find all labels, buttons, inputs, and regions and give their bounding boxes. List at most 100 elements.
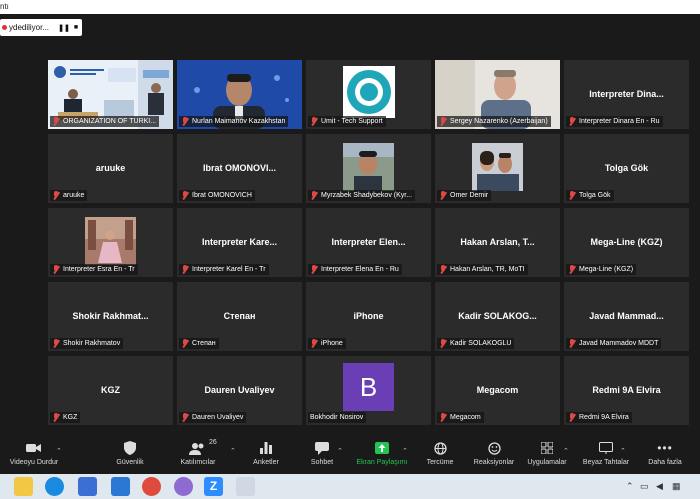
participant-tile[interactable]: aruuke aruuke — [48, 134, 173, 203]
muted-mic-icon — [181, 413, 189, 422]
muted-mic-icon — [568, 339, 576, 348]
participant-tile[interactable]: Степан Степан — [177, 282, 302, 351]
chat-options-caret-icon[interactable]: ⌃ — [337, 447, 343, 455]
participant-tile[interactable]: Interpreter Kare... Interpreter Karel En… — [177, 208, 302, 277]
video-button[interactable]: Videoyu Durdur — [4, 437, 64, 473]
muted-mic-icon — [439, 413, 447, 422]
recording-dot-icon — [2, 25, 7, 30]
translate-button[interactable]: Tercüme — [418, 437, 462, 473]
participant-tile[interactable]: Megacom Megacom — [435, 356, 560, 425]
participant-name: Shokir Rakhmatov — [63, 340, 121, 347]
participant-tile[interactable]: ORGANIZATION OF TURKI... — [48, 60, 173, 129]
participant-name-label: KGZ — [50, 412, 81, 423]
muted-mic-icon — [568, 117, 576, 126]
participant-tile[interactable]: B Bokhodir Nosirov — [306, 356, 431, 425]
firefox-icon[interactable] — [174, 477, 193, 496]
participant-name-label: Tolga Gök — [566, 190, 614, 201]
participants-options-caret-icon[interactable]: ⌃ — [230, 447, 236, 455]
participant-name-label: Bokhodir Nosirov — [308, 412, 367, 423]
participant-tile[interactable]: Javad Mammad... Javad Mammadov MDDT — [564, 282, 689, 351]
muted-mic-icon — [568, 265, 576, 274]
apps-button[interactable]: Uygulamalar — [522, 437, 572, 473]
smiley-icon — [487, 437, 501, 459]
muted-mic-icon — [439, 191, 447, 200]
participant-name-label: iPhone — [308, 338, 346, 349]
polls-button[interactable]: Anketler — [244, 437, 288, 473]
participant-tile[interactable]: Umit - Tech Support — [306, 60, 431, 129]
participant-tile[interactable]: KGZ KGZ — [48, 356, 173, 425]
participant-name: Myrzabek Shadybekov (Kyr... — [321, 192, 413, 199]
share-screen-button[interactable]: Ekran Paylaşımı — [352, 437, 412, 473]
participant-center-name: Interpreter Dina... — [589, 88, 664, 99]
participants-button[interactable]: 26 Katılımcılar — [176, 437, 220, 473]
whiteboard-icon — [599, 437, 613, 459]
participant-tile[interactable]: Kadir SOLAKOG... Kadir SOLAKOGLU — [435, 282, 560, 351]
participant-tile[interactable]: Hakan Arslan, T... Hakan Arslan, TR, MoT… — [435, 208, 560, 277]
participant-tile[interactable]: Tolga Gök Tolga Gök — [564, 134, 689, 203]
window-titlebar: ntı — [0, 0, 700, 14]
participant-name-label: Ibrat OMONOVICH — [179, 190, 255, 201]
participant-tile[interactable]: Interpreter Elen... Interpreter Elena En… — [306, 208, 431, 277]
participant-center-name: Mega-Line (KGZ) — [590, 236, 663, 247]
more-button[interactable]: ••• Daha fazla — [642, 437, 688, 473]
file-explorer-icon[interactable] — [14, 477, 33, 496]
os-taskbar: Z ⌃ ▭ ◀ ▦ — [0, 474, 700, 499]
chrome-icon[interactable] — [142, 477, 161, 496]
network-icon[interactable]: ▭ — [640, 481, 649, 492]
participant-name: Megacom — [450, 414, 481, 421]
participant-tile-active-speaker[interactable]: Nurlan Maimanov Kazakhstan — [177, 60, 302, 129]
security-button[interactable]: Güvenlik — [108, 437, 152, 473]
participant-tile[interactable]: Mega-Line (KGZ) Mega-Line (KGZ) — [564, 208, 689, 277]
speaker-icon[interactable]: ◀ — [656, 481, 663, 492]
video-options-caret-icon[interactable]: ⌃ — [56, 447, 62, 455]
participant-name-label: Interpreter Karel En - Tr — [179, 264, 269, 275]
paint-app-icon[interactable] — [236, 477, 255, 496]
pause-recording-button[interactable]: ❚❚ — [58, 22, 70, 34]
participants-icon: 26 — [189, 437, 217, 459]
participant-center-name: iPhone — [353, 310, 384, 321]
participant-center-name: Shokir Rakhmat... — [72, 310, 149, 321]
stop-recording-button[interactable]: ■ — [70, 22, 82, 34]
muted-mic-icon — [310, 265, 318, 274]
whiteboards-button[interactable]: Beyaz Tahtalar — [578, 437, 634, 473]
participant-center-name: Megacom — [476, 384, 519, 395]
window-title: ntı — [0, 2, 9, 11]
participant-tile[interactable]: Redmi 9A Elvira Redmi 9A Elvira — [564, 356, 689, 425]
store-icon[interactable] — [78, 477, 97, 496]
muted-mic-icon — [439, 339, 447, 348]
participant-tile[interactable]: Dauren Uvaliyev Dauren Uvaliyev — [177, 356, 302, 425]
share-options-caret-icon[interactable]: ⌃ — [402, 447, 408, 455]
apps-options-caret-icon[interactable]: ⌃ — [563, 447, 569, 455]
participant-tile[interactable]: Omer Demir — [435, 134, 560, 203]
mail-icon[interactable] — [111, 477, 130, 496]
participant-center-name: Interpreter Elen... — [331, 236, 406, 247]
participant-tile[interactable]: Myrzabek Shadybekov (Kyr... — [306, 134, 431, 203]
participant-name: Redmi 9A Elvira — [579, 414, 629, 421]
muted-mic-icon — [181, 339, 189, 348]
participant-tile[interactable]: Interpreter Dina... Interpreter Dinara E… — [564, 60, 689, 129]
reactions-button-label: Reaksiyonlar — [473, 459, 515, 466]
participant-name: Nurlan Maimanov Kazakhstan — [192, 118, 286, 125]
participant-tile[interactable]: Shokir Rakhmat... Shokir Rakhmatov — [48, 282, 173, 351]
show-hidden-icons-caret-icon[interactable]: ⌃ — [626, 481, 634, 492]
zoom-app-icon[interactable]: Z — [204, 477, 223, 496]
apps-button-label: Uygulamalar — [527, 459, 567, 466]
keyboard-icon[interactable]: ▦ — [672, 481, 681, 492]
participant-center-name: Степан — [223, 310, 256, 321]
participant-center-name: Javad Mammad... — [589, 310, 664, 321]
participant-name-label: Hakan Arslan, TR, MoTI — [437, 264, 528, 275]
participant-tile[interactable]: Ibrat OMONOVI... Ibrat OMONOVICH — [177, 134, 302, 203]
participant-name: Bokhodir Nosirov — [310, 414, 364, 421]
avatar-letter: B — [359, 371, 378, 402]
participant-tile[interactable]: Sergey Nazarenko (Azerbaijan) — [435, 60, 560, 129]
participants-button-label: Katılımcılar — [180, 459, 216, 466]
participant-name-label: Dauren Uvaliyev — [179, 412, 247, 423]
participant-tile[interactable]: iPhone iPhone — [306, 282, 431, 351]
whiteboards-options-caret-icon[interactable]: ⌃ — [620, 447, 626, 455]
reactions-button[interactable]: Reaksiyonlar — [470, 437, 518, 473]
chat-button[interactable]: Sohbet — [300, 437, 344, 473]
participant-name: Interpreter Dinara En - Ru — [579, 118, 660, 125]
participant-tile[interactable]: Interpreter Esra En - Tr — [48, 208, 173, 277]
edge-browser-icon[interactable] — [45, 477, 64, 496]
participant-name-label: Omer Demir — [437, 190, 492, 201]
